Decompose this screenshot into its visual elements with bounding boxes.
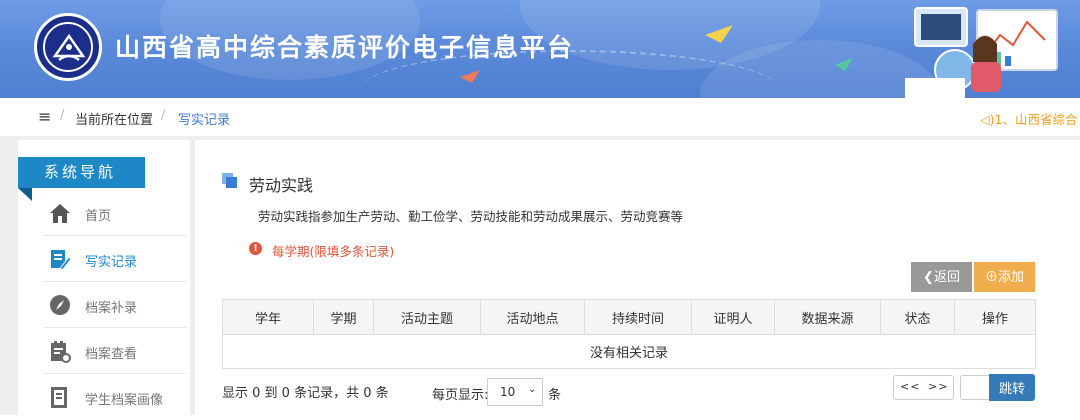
next-page-button[interactable]: >> xyxy=(928,380,948,393)
warning-icon: ! xyxy=(249,242,262,255)
compass-icon xyxy=(50,295,70,315)
sidebar-title: 系统导航 xyxy=(18,157,145,188)
records-table: 学年 学期 活动主题 活动地点 持续时间 证明人 数据来源 状态 操作 没有相关… xyxy=(222,299,1036,369)
menu-icon[interactable]: ≡ xyxy=(38,107,51,126)
edit-record-icon xyxy=(51,250,72,271)
header-banner: 山西省高中综合素质评价电子信息平台 xyxy=(0,0,1080,98)
column-header-source[interactable]: 数据来源 xyxy=(774,299,881,335)
column-header-actions[interactable]: 操作 xyxy=(954,299,1036,335)
sidebar-item-label: 写实记录 xyxy=(85,255,138,270)
sidebar-title-fold xyxy=(18,188,32,201)
breadcrumb-separator: / xyxy=(60,108,65,123)
empty-table-message: 没有相关记录 xyxy=(222,334,1036,369)
column-header-status[interactable]: 状态 xyxy=(880,299,955,335)
add-button[interactable]: ⊕添加 xyxy=(974,262,1035,292)
back-button[interactable]: ❮返回 xyxy=(911,262,972,292)
sidebar-item-label: 档案查看 xyxy=(85,347,138,362)
paper-plane-icon xyxy=(835,58,853,71)
column-header-year[interactable]: 学年 xyxy=(222,299,314,335)
archive-view-icon xyxy=(51,341,71,363)
sidebar-item-archive-view[interactable]: 档案查看 xyxy=(44,328,186,374)
home-icon xyxy=(50,204,70,223)
paper-plane-icon xyxy=(460,70,480,83)
sidebar-item-home[interactable]: 首页 xyxy=(44,190,186,236)
column-header-topic[interactable]: 活动主题 xyxy=(373,299,481,335)
page-size-value: 10 xyxy=(500,385,516,399)
breadcrumb-bar: ≡ / 当前所在位置 / 写实记录 ◁)1、山西省综合 xyxy=(0,98,1080,136)
paper-plane-icon xyxy=(705,25,733,43)
section-square-icon xyxy=(222,173,237,188)
section-title: 劳动实践 xyxy=(249,176,314,195)
breadcrumb-separator: / xyxy=(161,108,166,123)
column-header-term[interactable]: 学期 xyxy=(313,299,374,335)
sidebar-item-student-portrait[interactable]: 学生档案画像 xyxy=(44,374,186,420)
chevron-down-icon: ⌄ xyxy=(528,384,537,395)
page-nav-group: << >> xyxy=(893,375,954,400)
column-header-duration[interactable]: 持续时间 xyxy=(584,299,692,335)
sidebar-item-records[interactable]: 写实记录 xyxy=(44,236,186,282)
page-size-unit: 条 xyxy=(548,388,562,403)
column-header-witness[interactable]: 证明人 xyxy=(691,299,775,335)
site-title: 山西省高中综合素质评价电子信息平台 xyxy=(115,33,575,62)
marquee-notice[interactable]: ◁)1、山西省综合 xyxy=(980,109,1077,128)
column-header-location[interactable]: 活动地点 xyxy=(480,299,585,335)
page-jump-input[interactable] xyxy=(960,375,990,400)
portrait-icon xyxy=(51,387,67,408)
sidebar-item-label: 学生档案画像 xyxy=(85,393,164,408)
table-row: 没有相关记录 xyxy=(222,334,1036,369)
site-logo xyxy=(34,13,102,81)
banner-illustration xyxy=(905,7,1058,98)
page-size-label: 每页显示: xyxy=(432,388,489,403)
sidebar-item-label: 首页 xyxy=(85,209,112,224)
sidebar-item-supplement[interactable]: 档案补录 xyxy=(44,282,186,328)
table-header-row: 学年 学期 活动主题 活动地点 持续时间 证明人 数据来源 状态 操作 xyxy=(222,299,1036,335)
page-size-select[interactable]: 10 ⌄ xyxy=(487,378,543,406)
warning-text: 每学期(限填多条记录) xyxy=(272,244,395,259)
pagination-info: 显示 0 到 0 条记录，共 0 条 xyxy=(222,386,389,401)
breadcrumb-location-label: 当前所在位置 xyxy=(75,113,154,128)
page-jump-button[interactable]: 跳转 xyxy=(989,374,1035,401)
breadcrumb-current[interactable]: 写实记录 xyxy=(178,109,230,128)
prev-page-button[interactable]: << xyxy=(900,380,920,393)
section-description: 劳动实践指参加生产劳动、勤工俭学、劳动技能和劳动成果展示、劳动竞赛等 xyxy=(258,209,684,224)
sidebar-item-label: 档案补录 xyxy=(85,301,138,316)
